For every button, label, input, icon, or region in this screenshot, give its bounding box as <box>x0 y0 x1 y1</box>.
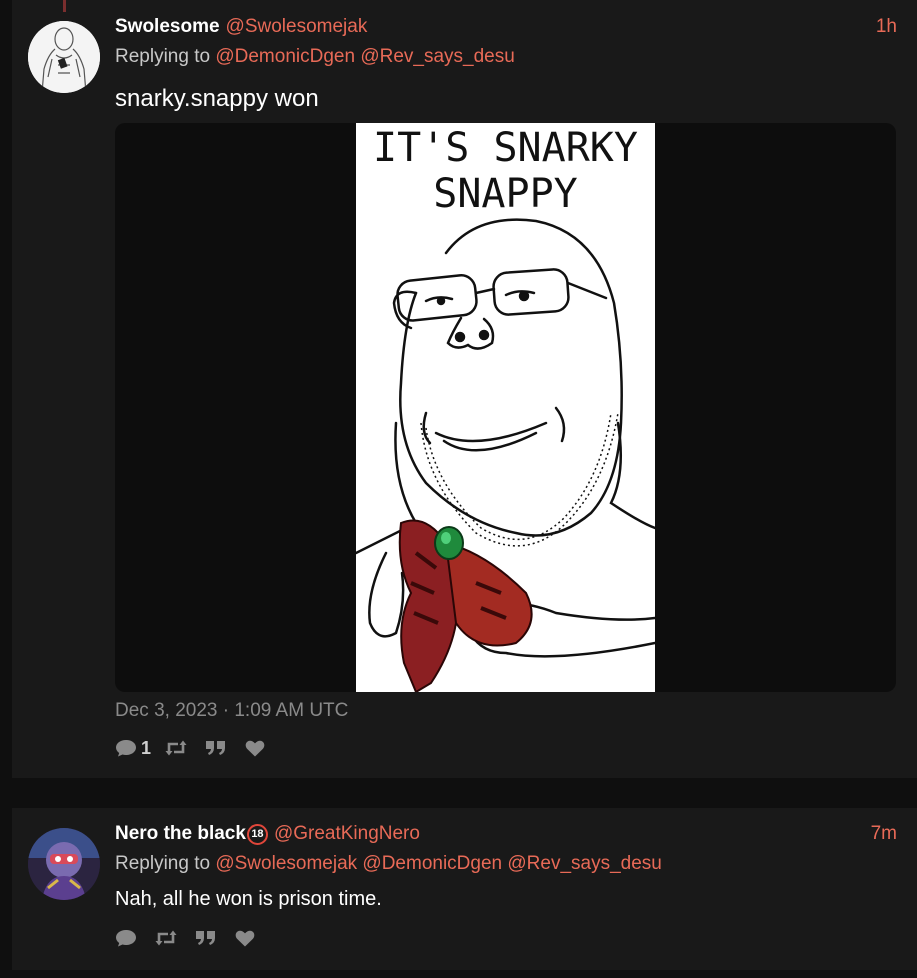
tweet-swolesome[interactable]: Swolesome @Swolesomejak 1h Replying to @D… <box>12 0 917 778</box>
retweet-icon <box>165 740 187 756</box>
avatar[interactable] <box>28 21 100 93</box>
replying-to: Replying to @DemonicDgen @Rev_says_desu <box>115 46 515 68</box>
replying-to: Replying to @Swolesomejak @DemonicDgen @… <box>115 853 662 875</box>
tweet-media[interactable]: IT'S SNARKY SNAPPY <box>115 123 896 692</box>
fullname[interactable]: Swolesome <box>115 16 220 37</box>
tweet-content: snarky.snappy won <box>115 85 319 112</box>
thread-line <box>63 0 66 12</box>
heart-icon <box>235 930 255 946</box>
retweet-stat[interactable] <box>155 930 181 946</box>
mention-link[interactable]: @Rev_says_desu <box>360 46 514 67</box>
mention-link[interactable]: @Swolesomejak <box>215 853 357 874</box>
quote-stat[interactable] <box>205 740 231 756</box>
mention-link[interactable]: @DemonicDgen <box>215 46 355 67</box>
tweet-date[interactable]: Dec 3, 2023 · 1:09 AM UTC <box>115 700 348 722</box>
replying-label: Replying to <box>115 46 211 67</box>
reply-stat[interactable] <box>115 929 141 947</box>
soyjak-drawing <box>356 218 655 692</box>
avatar[interactable] <box>28 828 100 900</box>
tweet-header: Nero the black 18 @GreatKingNero 7m <box>115 823 897 847</box>
quote-icon <box>206 741 226 755</box>
username[interactable]: @GreatKingNero <box>274 823 420 844</box>
meme-image[interactable]: IT'S SNARKY SNAPPY <box>356 123 655 692</box>
fullname[interactable]: Nero the black <box>115 823 246 844</box>
tweet-content: Nah, all he won is prison time. <box>115 888 382 910</box>
like-stat[interactable] <box>235 930 259 947</box>
tweet-time[interactable]: 7m <box>871 823 897 845</box>
tweet-time[interactable]: 1h <box>876 16 897 38</box>
retweet-stat[interactable] <box>165 740 191 756</box>
like-stat[interactable] <box>245 740 269 757</box>
quote-icon <box>196 931 215 945</box>
tweet-stats <box>115 926 273 950</box>
tweet-stats: 1 <box>115 736 283 760</box>
heart-icon <box>245 740 265 756</box>
quote-stat[interactable] <box>195 930 221 946</box>
retweet-icon <box>155 930 177 946</box>
comment-icon <box>116 740 136 757</box>
tweet-nero[interactable]: Nero the black 18 @GreatKingNero 7m Replyi… <box>12 808 917 970</box>
reply-count: 1 <box>141 737 152 758</box>
replying-label: Replying to <box>115 853 211 874</box>
username[interactable]: @Swolesomejak <box>226 16 368 37</box>
mention-link[interactable]: @DemonicDgen <box>362 853 502 874</box>
age-badge: 18 <box>246 824 268 845</box>
mention-link[interactable]: @Rev_says_desu <box>507 853 661 874</box>
reply-stat[interactable]: 1 <box>115 738 151 759</box>
tweet-header: Swolesome @Swolesomejak 1h <box>115 16 897 40</box>
comment-icon <box>116 930 136 947</box>
